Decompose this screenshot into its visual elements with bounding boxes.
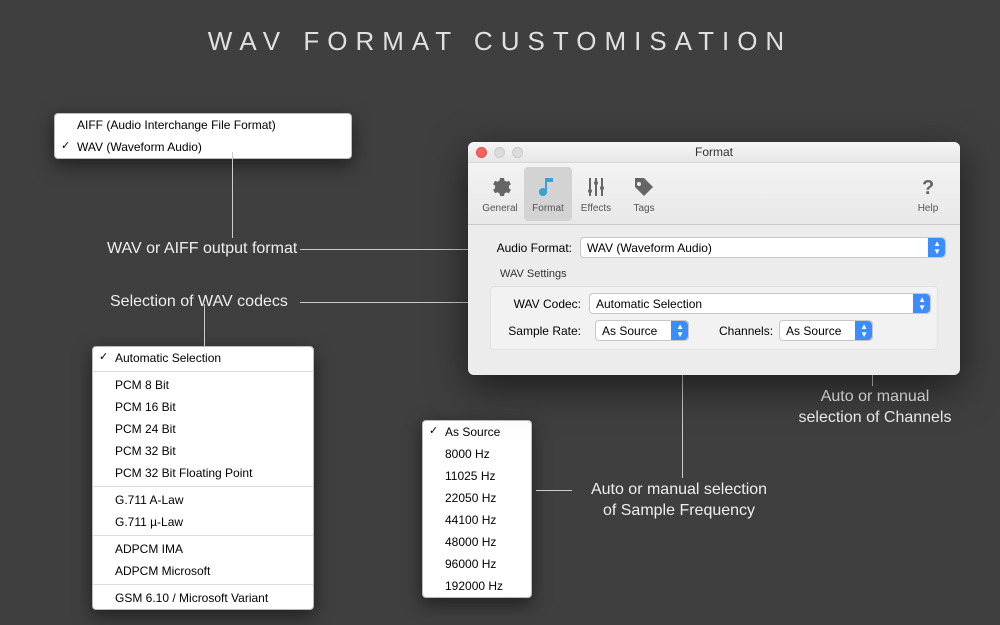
chevron-updown-icon: ▲▼ — [933, 240, 941, 256]
zoom-icon — [512, 147, 523, 158]
minimize-icon — [494, 147, 505, 158]
tab-tags[interactable]: Tags — [620, 167, 668, 221]
menu-divider — [93, 486, 313, 487]
channels-label: Channels: — [719, 324, 773, 338]
select-value: Automatic Selection — [596, 297, 702, 311]
chevron-updown-icon: ▲▼ — [860, 323, 868, 339]
svg-text:?: ? — [922, 177, 934, 199]
menu-item-192000[interactable]: 192000 Hz — [423, 575, 531, 597]
select-value: WAV (Waveform Audio) — [587, 241, 712, 255]
format-window: Format General Format Effects Tags — [468, 142, 960, 375]
wav-settings-header: WAV Settings — [500, 268, 946, 280]
help-icon: ? — [915, 174, 941, 200]
tab-general[interactable]: General — [476, 167, 524, 221]
menu-item-gsm[interactable]: GSM 6.10 / Microsoft Variant — [93, 587, 313, 609]
menu-divider — [93, 584, 313, 585]
window-title: Format — [695, 145, 733, 159]
audio-format-select[interactable]: WAV (Waveform Audio) ▲▼ — [580, 237, 946, 258]
tab-label: Tags — [633, 203, 654, 214]
help-button[interactable]: ? Help — [904, 167, 952, 221]
annotation-sample-freq: Auto or manual selection of Sample Frequ… — [574, 480, 784, 522]
menu-item-pcm24[interactable]: PCM 24 Bit — [93, 418, 313, 440]
tab-label: Effects — [581, 203, 611, 214]
window-titlebar: Format — [468, 142, 960, 163]
menu-divider — [93, 371, 313, 372]
toolbar: General Format Effects Tags ? Help — [468, 163, 960, 225]
tab-effects[interactable]: Effects — [572, 167, 620, 221]
rate-dropdown-menu[interactable]: As Source 8000 Hz 11025 Hz 22050 Hz 4410… — [422, 420, 532, 598]
menu-item-as-source[interactable]: As Source — [423, 421, 531, 443]
annotation-codec-selection: Selection of WAV codecs — [110, 293, 288, 311]
menu-item-aiff[interactable]: AIFF (Audio Interchange File Format) — [55, 114, 351, 136]
menu-item-auto[interactable]: Automatic Selection — [93, 347, 313, 369]
page-title: WAV FORMAT CUSTOMISATION — [0, 26, 1000, 57]
menu-item-96000[interactable]: 96000 Hz — [423, 553, 531, 575]
menu-item-pcm16[interactable]: PCM 16 Bit — [93, 396, 313, 418]
connector-line — [300, 302, 490, 303]
menu-item-11025[interactable]: 11025 Hz — [423, 465, 531, 487]
sliders-icon — [583, 174, 609, 200]
codec-dropdown-menu[interactable]: Automatic Selection PCM 8 Bit PCM 16 Bit… — [92, 346, 314, 610]
gear-icon — [487, 174, 513, 200]
channels-select[interactable]: As Source ▲▼ — [779, 320, 873, 341]
codec-label: WAV Codec: — [497, 297, 589, 311]
traffic-lights[interactable] — [476, 147, 523, 158]
tab-label: Help — [918, 203, 939, 214]
menu-item-g711a[interactable]: G.711 A-Law — [93, 489, 313, 511]
audio-format-label: Audio Format: — [482, 241, 580, 255]
close-icon[interactable] — [476, 147, 487, 158]
connector-line — [536, 490, 572, 491]
codec-select[interactable]: Automatic Selection ▲▼ — [589, 293, 931, 314]
menu-item-pcm32[interactable]: PCM 32 Bit — [93, 440, 313, 462]
connector-line — [232, 152, 233, 238]
tab-format[interactable]: Format — [524, 167, 572, 221]
menu-item-wav[interactable]: WAV (Waveform Audio) — [55, 136, 351, 158]
tag-icon — [631, 174, 657, 200]
menu-item-22050[interactable]: 22050 Hz — [423, 487, 531, 509]
tab-label: General — [482, 203, 518, 214]
chevron-updown-icon: ▲▼ — [676, 323, 684, 339]
menu-item-adpcm-ms[interactable]: ADPCM Microsoft — [93, 560, 313, 582]
format-dropdown-menu[interactable]: AIFF (Audio Interchange File Format) WAV… — [54, 113, 352, 159]
chevron-updown-icon: ▲▼ — [918, 296, 926, 312]
annotation-output-format: WAV or AIFF output format — [107, 240, 297, 258]
select-value: As Source — [786, 324, 841, 338]
window-content: Audio Format: WAV (Waveform Audio) ▲▼ WA… — [468, 225, 960, 350]
menu-item-pcm8[interactable]: PCM 8 Bit — [93, 374, 313, 396]
tab-label: Format — [532, 203, 564, 214]
rate-select[interactable]: As Source ▲▼ — [595, 320, 689, 341]
select-value: As Source — [602, 324, 657, 338]
wav-settings-panel: WAV Codec: Automatic Selection ▲▼ Sample… — [490, 286, 938, 350]
menu-item-48000[interactable]: 48000 Hz — [423, 531, 531, 553]
rate-label: Sample Rate: — [497, 324, 589, 338]
connector-line — [300, 249, 490, 250]
connector-line — [204, 304, 205, 346]
menu-item-g711u[interactable]: G.711 µ-Law — [93, 511, 313, 533]
connector-line — [682, 358, 683, 478]
menu-item-8000[interactable]: 8000 Hz — [423, 443, 531, 465]
menu-item-pcm32f[interactable]: PCM 32 Bit Floating Point — [93, 462, 313, 484]
annotation-channels: Auto or manual selection of Channels — [795, 387, 955, 429]
menu-item-adpcm-ima[interactable]: ADPCM IMA — [93, 538, 313, 560]
menu-item-44100[interactable]: 44100 Hz — [423, 509, 531, 531]
menu-divider — [93, 535, 313, 536]
music-note-icon — [535, 174, 561, 200]
